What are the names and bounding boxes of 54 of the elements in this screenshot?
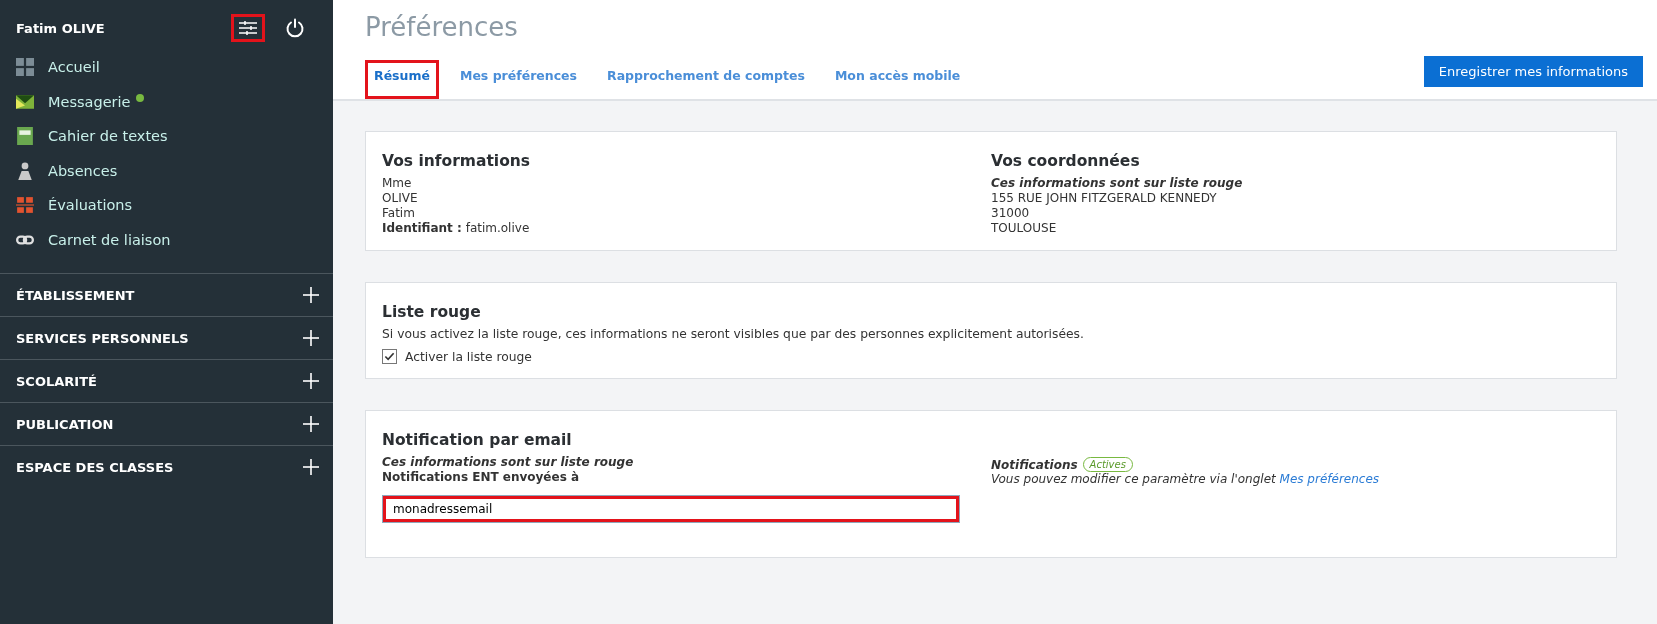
address-text: 31000: [991, 206, 1031, 221]
section-title: Liste rouge: [382, 303, 482, 321]
section-heading[interactable]: ESPACE DES CLASSES: [16, 459, 174, 475]
grade-icon: [16, 196, 34, 215]
info-text: OLIVE: [382, 191, 419, 206]
notice-text: Ces informations sont sur liste rouge: [382, 455, 635, 470]
sidebar-item[interactable]: Messagerie: [48, 93, 131, 110]
save-button[interactable]: Enregistrer mes informations: [1423, 56, 1643, 87]
description-text: Si vous activez la liste rouge, ces informations ne seront visibles que par des personnes explicitement autorisées.: [382, 327, 1085, 341]
section-heading[interactable]: SERVICES PERSONNELS: [16, 330, 189, 346]
expand-button[interactable]: [303, 287, 319, 303]
section-heading[interactable]: ÉTABLISSEMENT: [16, 287, 135, 303]
expand-button[interactable]: [303, 416, 319, 432]
preferences-link[interactable]: Mes préférences: [1279, 472, 1380, 486]
section-title: Vos coordonnées: [991, 152, 1141, 170]
settings-button[interactable]: [231, 14, 265, 42]
checkbox[interactable]: [382, 349, 397, 364]
section-title: Notification par email: [382, 431, 573, 449]
grid-icon: [16, 58, 34, 77]
sidebar-item[interactable]: Évaluations: [48, 197, 133, 214]
address-text: TOULOUSE: [991, 221, 1058, 236]
checkbox-label: Activer la liste rouge: [405, 349, 532, 364]
notice-text: Ces informations sont sur liste rouge: [991, 176, 1244, 191]
plus-icon: [303, 459, 319, 475]
book-icon: [16, 127, 34, 146]
sliders-icon: [239, 21, 257, 35]
plus-icon: [303, 373, 319, 389]
section-heading[interactable]: PUBLICATION: [16, 416, 114, 432]
page-title: Préférences: [365, 12, 519, 42]
person-icon: [16, 161, 34, 180]
info-text: Fatim: [382, 206, 416, 221]
sidebar-item[interactable]: Accueil: [48, 59, 100, 76]
envelope-icon: [16, 92, 34, 111]
power-icon: [285, 18, 305, 38]
user-name: Fatim OLIVE: [16, 20, 105, 36]
field-label: Notifications ENT envoyées à: [382, 470, 581, 485]
address-text: 155 RUE JOHN FITZGERALD KENNEDY: [991, 191, 1218, 206]
plus-icon: [303, 330, 319, 346]
expand-button[interactable]: [303, 459, 319, 475]
sidebar-item[interactable]: Cahier de textes: [48, 128, 168, 145]
expand-button[interactable]: [303, 330, 319, 346]
identifier-text: Identifiant : fatim.olive: [382, 221, 531, 236]
section-heading[interactable]: SCOLARITÉ: [16, 373, 97, 389]
sidebar-item[interactable]: Carnet de liaison: [48, 231, 171, 248]
section-title: Vos informations: [382, 152, 532, 170]
notifications-label: Notifications: [991, 457, 1078, 472]
email-field[interactable]: monadressemail: [382, 495, 960, 523]
info-text: Mme: [382, 176, 413, 191]
plus-icon: [303, 416, 319, 432]
sidebar-item[interactable]: Absences: [48, 162, 118, 179]
plus-icon: [303, 287, 319, 303]
expand-button[interactable]: [303, 373, 319, 389]
hint-text: Vous pouvez modifier ce paramètre via l'onglet Mes préférences: [991, 472, 1381, 487]
tab[interactable]: Résumé: [365, 60, 439, 99]
